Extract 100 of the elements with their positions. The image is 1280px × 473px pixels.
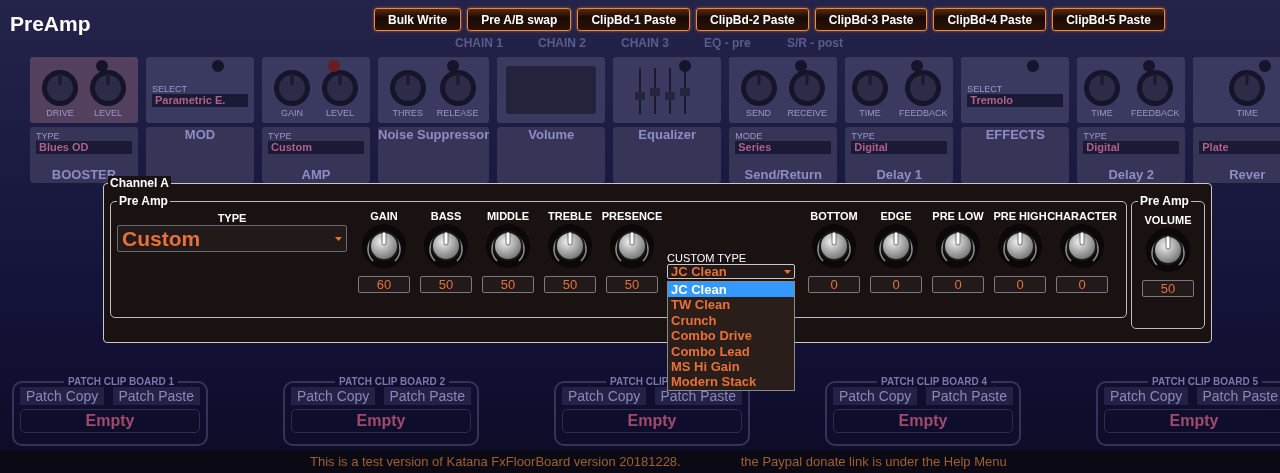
- knob-label: SEND: [746, 107, 771, 118]
- toolbar-button[interactable]: ClipBd-1 Paste: [577, 8, 691, 31]
- pedal-name: Equalizer: [637, 127, 698, 143]
- knob-label: BASS: [430, 210, 462, 222]
- pedal-select[interactable]: Series: [735, 141, 832, 154]
- pedal-select[interactable]: Plate: [1199, 141, 1280, 154]
- toolbar-button[interactable]: ClipBd-4 Paste: [933, 8, 1047, 31]
- pedal-name: Rever: [1228, 167, 1267, 183]
- toolbar-button[interactable]: Pre A/B swap: [467, 8, 572, 31]
- knob-label: BOTTOM: [810, 210, 858, 222]
- knob-value[interactable]: 50: [1142, 280, 1194, 297]
- knob-label: GAIN: [281, 107, 303, 118]
- knob[interactable]: [997, 223, 1043, 269]
- select-label: SELECT: [152, 83, 188, 94]
- pedal-name: AMP: [300, 167, 332, 183]
- knob-value[interactable]: 0: [1056, 276, 1108, 293]
- select-label: SELECT: [967, 83, 1004, 94]
- pedal-name: EFFECTS: [984, 127, 1046, 143]
- custom-type-dropdown[interactable]: JC Clean: [667, 264, 795, 279]
- toolbar-button[interactable]: Bulk Write: [374, 8, 462, 31]
- window-title: PreAmp: [9, 11, 92, 36]
- knob-label: LEVEL: [94, 107, 122, 118]
- toolbar-button[interactable]: ClipBd-3 Paste: [814, 8, 928, 31]
- knob[interactable]: [811, 223, 857, 269]
- dropdown-option[interactable]: Combo Drive: [668, 328, 794, 344]
- pedal-name: Volume: [527, 127, 576, 143]
- clipboard-content: Empty: [833, 409, 1013, 433]
- knob-value[interactable]: 60: [358, 276, 410, 293]
- select-label: TYPE: [268, 131, 293, 141]
- patch-copy-button[interactable]: Patch Copy: [562, 387, 647, 405]
- knob[interactable]: [873, 223, 919, 269]
- pedal-select[interactable]: Tremolo: [967, 93, 1064, 107]
- dropdown-option[interactable]: Modern Stack: [668, 374, 794, 390]
- patch-copy-button[interactable]: Patch Copy: [833, 387, 918, 405]
- dropdown-option[interactable]: Crunch: [668, 312, 794, 329]
- knob-label: TREBLE: [548, 210, 592, 222]
- knob-label: EDGE: [880, 210, 912, 222]
- field-label: CUSTOM TYPE: [667, 252, 747, 264]
- knob-label: DRIVE: [46, 107, 74, 118]
- patch-paste-button[interactable]: Patch Paste: [112, 387, 200, 405]
- knob-label: CHARACTER: [1047, 210, 1117, 222]
- dropdown-option[interactable]: JC Clean: [668, 282, 794, 298]
- dialog-title: Channel A: [108, 176, 171, 190]
- knob-value[interactable]: 50: [606, 276, 658, 293]
- patch-copy-button[interactable]: Patch Copy: [20, 387, 105, 405]
- pedal-select[interactable]: Parametric E.: [152, 93, 248, 107]
- clipboard-title: PATCH CLIP BOARD 1: [67, 376, 176, 387]
- knob-label: TIME: [1236, 107, 1258, 118]
- knob[interactable]: [609, 223, 655, 269]
- knob-label: TIME: [1091, 107, 1113, 118]
- pedal-select[interactable]: Blues OD: [36, 141, 132, 154]
- toolbar-button[interactable]: ClipBd-2 Paste: [696, 8, 809, 31]
- knob-label: THRES: [392, 107, 424, 118]
- toolbar-button[interactable]: ClipBd-5 Paste: [1052, 8, 1165, 31]
- knob-label: PRESENCE: [601, 210, 663, 222]
- clipboard-content: Empty: [291, 409, 471, 433]
- pedal-treadle-drawing[interactable]: [506, 66, 597, 114]
- pedal-select[interactable]: Digital: [1083, 141, 1180, 154]
- caret-icon: [335, 236, 342, 241]
- clipboard-title: PATCH CLIP BOARD 5: [1151, 376, 1260, 387]
- knob-value[interactable]: 0: [932, 276, 984, 293]
- knob-label: MIDDLE: [486, 210, 530, 222]
- knob-label: PRE HIGH: [993, 210, 1047, 222]
- pedal-select[interactable]: Custom: [268, 141, 364, 154]
- patch-copy-button[interactable]: Patch Copy: [1104, 387, 1189, 405]
- pedal-select[interactable]: Digital: [851, 141, 948, 154]
- knob[interactable]: [361, 223, 407, 269]
- knob-label: VOLUME: [1144, 214, 1192, 226]
- clipboard-content: Empty: [562, 409, 742, 433]
- knob-value[interactable]: 50: [482, 276, 534, 293]
- pedal-name: Send/Return: [743, 167, 823, 183]
- knob-value[interactable]: 50: [544, 276, 596, 293]
- patch-paste-button[interactable]: Patch Paste: [925, 387, 1013, 405]
- knob-value[interactable]: 0: [870, 276, 922, 293]
- knob-value[interactable]: 0: [808, 276, 860, 293]
- select-label: MODE: [735, 131, 764, 141]
- knob[interactable]: [935, 223, 981, 269]
- dropdown-option[interactable]: Combo Lead: [668, 343, 794, 359]
- knob[interactable]: [485, 223, 531, 269]
- knob[interactable]: [423, 223, 469, 269]
- dropdown-option[interactable]: MS Hi Gain: [668, 358, 794, 375]
- knob-label: RECEIVE: [787, 107, 827, 118]
- status-message: This is a test version of Katana FxFloorBoard version 20181228.: [310, 454, 681, 469]
- knob-label: FEEDBACK: [899, 107, 948, 118]
- clipboard-content: Empty: [1104, 409, 1280, 433]
- caret-icon: [784, 269, 791, 274]
- patch-copy-button[interactable]: Patch Copy: [291, 387, 376, 405]
- knob-value[interactable]: 50: [420, 276, 472, 293]
- group-title: Pre Amp: [1139, 194, 1190, 208]
- select-label: TYPE: [1083, 131, 1108, 141]
- knob[interactable]: [1059, 223, 1105, 269]
- dropdown-option[interactable]: TW Clean: [668, 297, 794, 313]
- patch-paste-button[interactable]: Patch Paste: [1196, 387, 1280, 405]
- knob-label: FEEDBACK: [1131, 107, 1180, 118]
- patch-paste-button[interactable]: Patch Paste: [383, 387, 471, 405]
- knob[interactable]: [1145, 227, 1191, 273]
- knob[interactable]: [547, 223, 593, 269]
- knob-label: LEVEL: [326, 107, 354, 118]
- knob-value[interactable]: 0: [994, 276, 1046, 293]
- type-dropdown[interactable]: Custom: [117, 225, 347, 252]
